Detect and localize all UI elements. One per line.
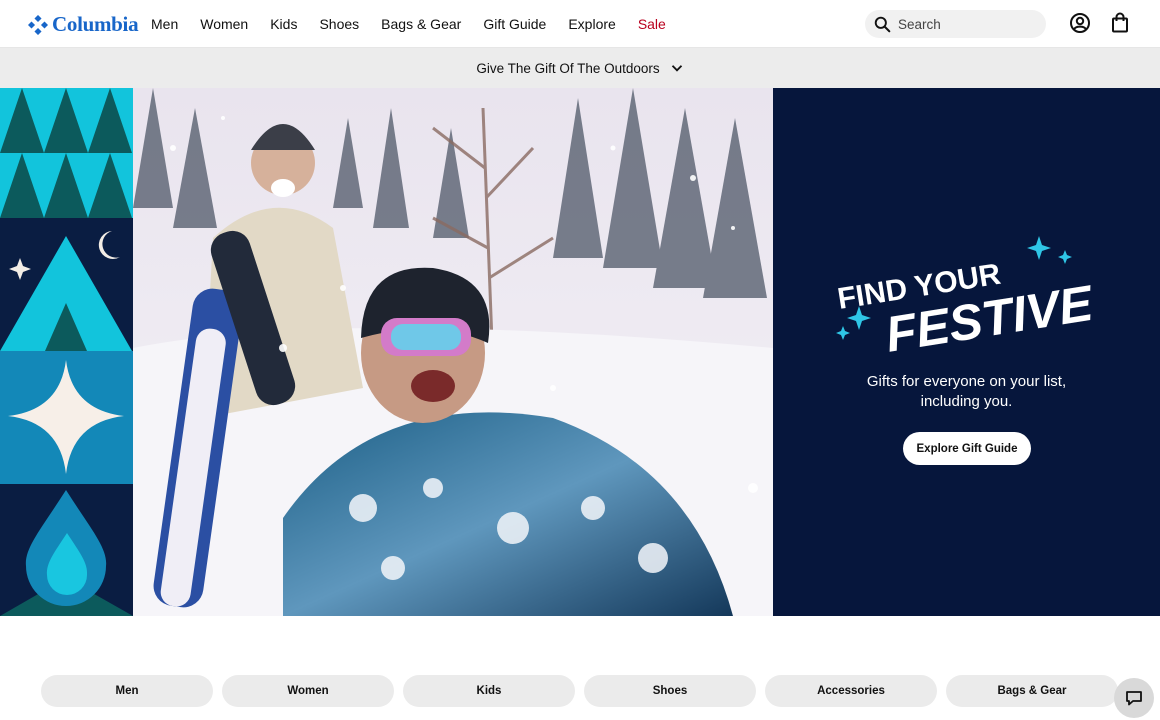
category-kids-button[interactable]: Kids (403, 675, 575, 707)
category-bags-gear-button[interactable]: Bags & Gear (946, 675, 1118, 707)
chevron-down-icon (671, 65, 682, 72)
nav-item-sale[interactable]: Sale (638, 16, 666, 32)
search-box[interactable] (865, 10, 1046, 38)
nav-item-men[interactable]: Men (151, 16, 178, 32)
brand-name: Columbia (52, 12, 139, 36)
category-accessories-button[interactable]: Accessories (765, 675, 937, 707)
festive-pattern-graphic (0, 88, 133, 616)
promo-bar[interactable]: Give The Gift Of The Outdoors (0, 48, 1160, 88)
nav-item-explore[interactable]: Explore (568, 16, 615, 32)
category-shoes-button[interactable]: Shoes (584, 675, 756, 707)
chat-button[interactable] (1114, 678, 1154, 718)
search-input[interactable] (898, 16, 1028, 32)
nav-item-kids[interactable]: Kids (270, 16, 297, 32)
category-pills: Men Women Kids Shoes Accessories Bags & … (41, 675, 1118, 707)
explore-gift-guide-button[interactable]: Explore Gift Guide (903, 432, 1031, 465)
columbia-logo[interactable]: Columbia (28, 12, 139, 37)
nav-item-gift-guide[interactable]: Gift Guide (483, 16, 546, 32)
nav-item-shoes[interactable]: Shoes (319, 16, 359, 32)
category-women-button[interactable]: Women (222, 675, 394, 707)
skiers-photo (133, 88, 773, 616)
hero-body-line2: including you. (920, 393, 1013, 410)
shopping-bag-icon[interactable] (1109, 12, 1131, 34)
account-icon[interactable] (1069, 12, 1091, 34)
gift-guide-panel: FIND YOUR FESTIVE Gifts for everyone on … (773, 88, 1160, 616)
find-your-festive-headline: FIND YOUR FESTIVE (835, 236, 1098, 356)
hero-banner[interactable]: FIND YOUR FESTIVE Gifts for everyone on … (0, 88, 1160, 616)
site-header: Columbia Men Women Kids Shoes Bags & Gea… (0, 0, 1160, 48)
nav-item-women[interactable]: Women (200, 16, 248, 32)
nav-item-bags-gear[interactable]: Bags & Gear (381, 16, 461, 32)
hero-body-line1: Gifts for everyone on your list, (866, 373, 1067, 390)
promo-text: Give The Gift Of The Outdoors (476, 60, 660, 76)
main-nav: Men Women Kids Shoes Bags & Gear Gift Gu… (151, 16, 688, 32)
search-icon (874, 16, 891, 32)
category-men-button[interactable]: Men (41, 675, 213, 707)
chat-icon (1126, 691, 1142, 706)
hero-body-copy: Gifts for everyone on your list, includi… (773, 372, 1160, 412)
columbia-diamond-icon (28, 14, 48, 35)
